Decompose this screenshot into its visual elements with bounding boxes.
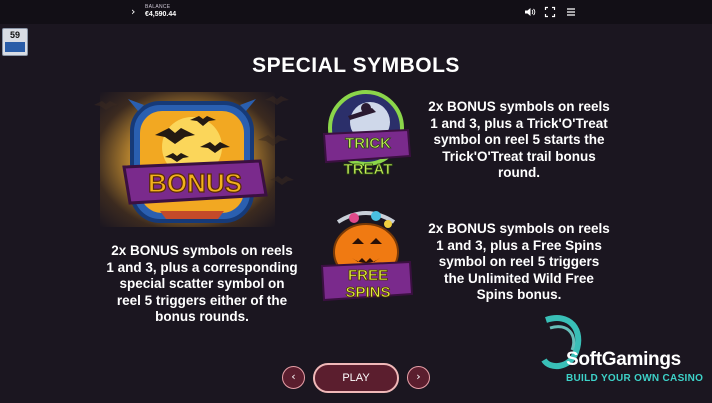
bonus-symbol-label: BONUS — [148, 168, 242, 198]
free-spins-label-line1: FREE — [348, 267, 388, 284]
next-page-button[interactable]: › — [407, 366, 430, 389]
fps-meter: 59 — [2, 28, 28, 56]
chevron-right-icon: › — [416, 370, 421, 383]
softgamings-tagline: BUILD YOUR OWN CASINO — [566, 373, 704, 384]
fps-graph — [5, 42, 25, 52]
trick-label-line1: TRICK — [345, 135, 391, 152]
free-spins-description: 2x BONUS symbols on reels 1 and 3, plus … — [428, 221, 610, 302]
trick-or-treat-symbol: TRICK TREAT — [322, 90, 412, 178]
menu-icon[interactable] — [565, 6, 577, 18]
previous-page-button[interactable]: ‹ — [282, 366, 305, 389]
softgamings-brand: SoftGamings — [566, 349, 681, 370]
trick-or-treat-description: 2x BONUS symbols on reels 1 and 3, plus … — [428, 99, 610, 180]
chevron-right-icon[interactable]: › — [131, 5, 135, 18]
free-spins-symbol: FREE SPINS — [320, 211, 414, 301]
top-bar: › BALANCE €4,590.44 — [0, 0, 712, 24]
chevron-left-icon: ‹ — [291, 370, 296, 383]
free-spins-label-line2: SPINS — [345, 284, 390, 301]
balance-value: €4,590.44 — [145, 11, 177, 18]
trick-label-line2: TREAT — [344, 161, 393, 178]
play-button[interactable]: PLAY — [313, 363, 399, 393]
bonus-symbol: BONUS — [94, 96, 294, 223]
bonus-description: 2x BONUS symbols on reels 1 and 3, plus … — [106, 243, 298, 324]
speaker-icon[interactable] — [524, 6, 536, 18]
fps-value: 59 — [9, 30, 20, 40]
page-title: SPECIAL SYMBOLS — [252, 54, 460, 77]
balance-label: BALANCE — [145, 4, 171, 10]
fullscreen-icon[interactable] — [544, 6, 556, 18]
